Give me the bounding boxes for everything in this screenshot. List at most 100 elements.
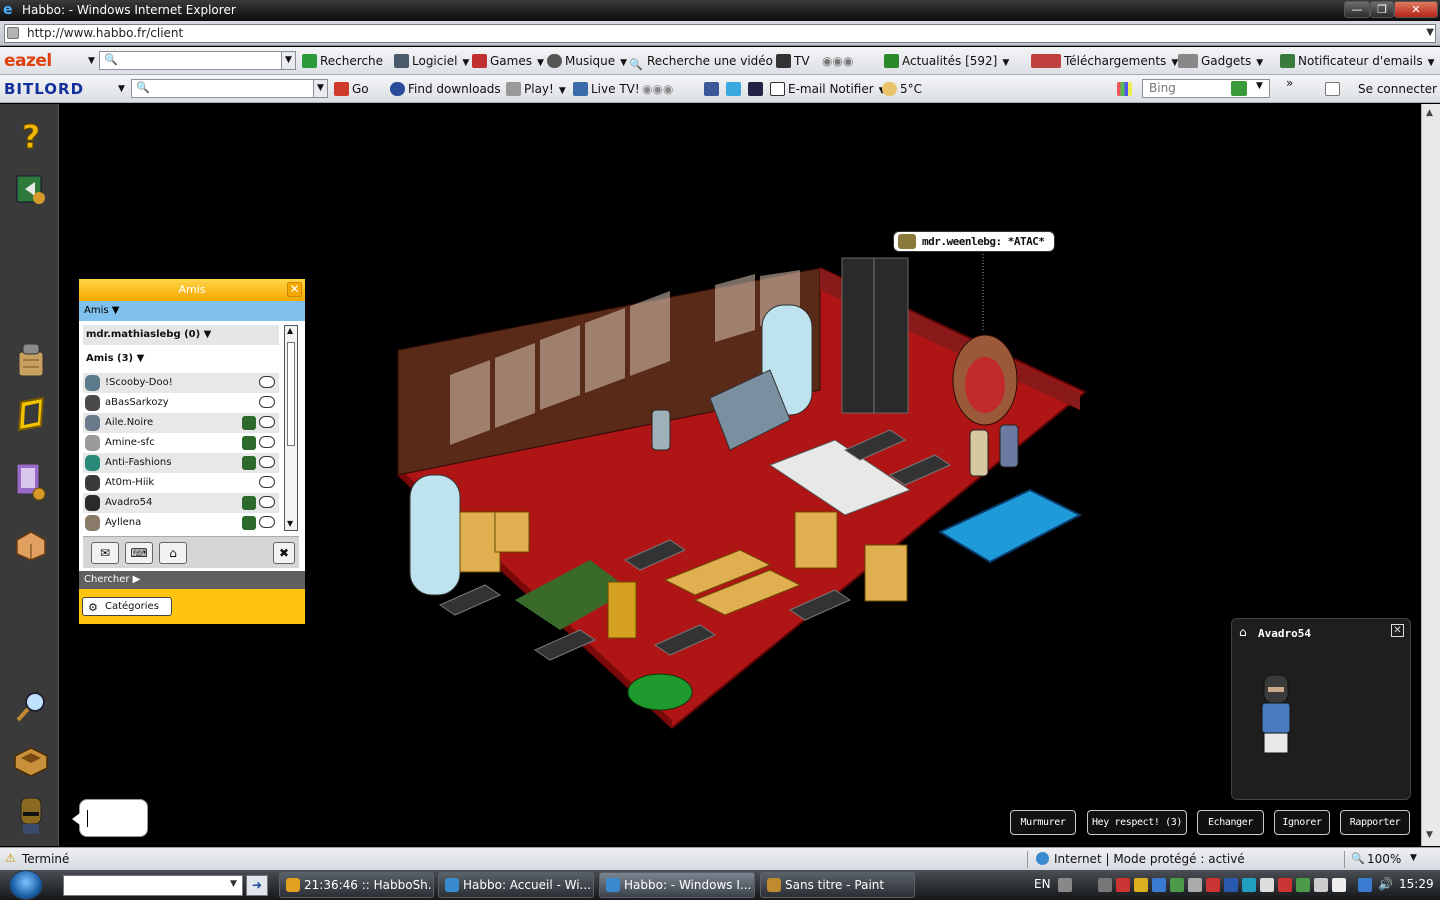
trade-button[interactable]: Echanger bbox=[1197, 810, 1264, 835]
friend-row[interactable]: Amine-sfc bbox=[83, 433, 279, 453]
tv-button[interactable]: TV bbox=[776, 53, 810, 69]
notificateur-menu[interactable]: Notificateur d'emails ▼ bbox=[1280, 53, 1435, 71]
habbo-room[interactable] bbox=[390, 250, 1090, 740]
zoom-level[interactable]: 100% bbox=[1367, 852, 1401, 866]
close-window-button[interactable]: ✕ bbox=[1394, 1, 1438, 18]
tray-icon[interactable] bbox=[1278, 878, 1292, 892]
tray-icon[interactable] bbox=[1314, 878, 1328, 892]
security-zone[interactable]: Internet | Mode protégé : activé bbox=[1054, 852, 1245, 866]
tray-icon[interactable] bbox=[1260, 878, 1274, 892]
respect-button[interactable]: Hey respect! (3) bbox=[1087, 810, 1187, 835]
friend-row[interactable]: Ayllena bbox=[83, 513, 279, 533]
help-icon[interactable]: ? bbox=[13, 118, 49, 157]
friend-row[interactable]: At0m-Hiik bbox=[83, 473, 279, 493]
tray-icon[interactable] bbox=[1188, 878, 1202, 892]
chevron-down-icon[interactable]: ▼ bbox=[88, 53, 95, 69]
chat-bubble-icon[interactable] bbox=[259, 516, 275, 528]
follow-friend-icon[interactable] bbox=[242, 456, 256, 470]
chevron-down-icon[interactable]: ▼ bbox=[118, 81, 125, 97]
inventory-icon[interactable] bbox=[13, 460, 49, 501]
se-connecter-button[interactable]: Se connecter bbox=[1358, 81, 1437, 97]
tray-icon[interactable] bbox=[1098, 878, 1112, 892]
exit-room-icon[interactable] bbox=[13, 170, 49, 206]
live-tv-button[interactable]: Live TV! bbox=[573, 81, 640, 97]
start-button[interactable] bbox=[9, 870, 43, 900]
chevron-down-icon[interactable]: ▼ bbox=[1256, 81, 1263, 91]
chat-bubble-icon[interactable] bbox=[259, 436, 275, 448]
home-icon[interactable]: ⌂ bbox=[159, 542, 187, 564]
go-arrow-icon[interactable]: ➜ bbox=[246, 875, 268, 896]
chat-bubble-icon[interactable] bbox=[259, 476, 275, 488]
avatar-head-icon[interactable] bbox=[13, 796, 49, 834]
taskbar-button[interactable]: Habbo: Accueil - Wi... bbox=[438, 872, 594, 898]
eazel-logo[interactable]: eazel bbox=[4, 51, 52, 71]
recherche-video-button[interactable]: 🔍 Recherche une vidéo bbox=[629, 53, 773, 71]
close-icon[interactable]: ✕ bbox=[1391, 624, 1404, 637]
whisper-button[interactable]: Murmurer bbox=[1010, 810, 1076, 835]
home-icon[interactable]: ⌂ bbox=[1239, 625, 1247, 639]
invite-icon[interactable]: ⌨ bbox=[125, 542, 153, 564]
friends-scrollbar[interactable]: ▲ ▼ bbox=[284, 325, 298, 531]
tray-icon[interactable] bbox=[1242, 878, 1256, 892]
media-controls[interactable]: ◉◉◉ bbox=[642, 81, 673, 97]
trophy[interactable] bbox=[607, 581, 637, 639]
bitlord-search-input[interactable]: 🔍 ▼ bbox=[131, 79, 328, 98]
page-scrollbar[interactable]: ▲ ▼ bbox=[1421, 104, 1440, 846]
scroll-down-icon[interactable]: ▼ bbox=[1426, 830, 1433, 840]
report-button[interactable]: Rapporter bbox=[1340, 810, 1410, 835]
follow-friend-icon[interactable] bbox=[242, 496, 256, 510]
close-icon[interactable]: ✕ bbox=[287, 282, 302, 297]
chat-bubble-icon[interactable] bbox=[259, 396, 275, 408]
taskbar-search-input[interactable]: ▼ bbox=[63, 875, 243, 896]
facebook-button[interactable] bbox=[704, 81, 722, 97]
twitter-button[interactable] bbox=[726, 81, 744, 97]
gadgets-menu[interactable]: Gadgets ▼ bbox=[1178, 53, 1263, 71]
friends-tab[interactable]: Amis ▼ bbox=[79, 301, 305, 321]
chevron-down-icon[interactable]: ▼ bbox=[1410, 853, 1417, 863]
tray-icon[interactable] bbox=[1152, 878, 1166, 892]
go-button[interactable]: Go bbox=[334, 81, 369, 97]
play-menu[interactable]: Play! ▼ bbox=[506, 81, 566, 99]
green-pillow[interactable] bbox=[627, 673, 693, 711]
magnifier-icon[interactable] bbox=[13, 688, 49, 724]
follow-friend-icon[interactable] bbox=[242, 516, 256, 530]
bitlord-logo[interactable]: BITLORD bbox=[4, 80, 84, 98]
tray-icon[interactable] bbox=[1332, 878, 1346, 892]
chevron-down-icon[interactable]: ▼ bbox=[230, 879, 237, 889]
send-message-icon[interactable]: ✉ bbox=[91, 542, 119, 564]
tray-icon[interactable] bbox=[1224, 878, 1238, 892]
friend-row[interactable]: aBasSarkozy bbox=[83, 393, 279, 413]
tray-icon[interactable] bbox=[1296, 878, 1310, 892]
recherche-button[interactable]: Recherche bbox=[302, 53, 383, 69]
tray-icon[interactable] bbox=[1206, 878, 1220, 892]
teleport-tank-1[interactable] bbox=[409, 474, 461, 596]
logiciel-menu[interactable]: Logiciel ▼ bbox=[394, 53, 469, 71]
keyboard-icon[interactable] bbox=[1058, 878, 1072, 892]
categories-button[interactable]: ⚙ Catégories bbox=[82, 597, 172, 616]
chevron-down-icon[interactable]: ▼ bbox=[1426, 27, 1434, 38]
telechargements-menu[interactable]: Téléchargements ▼ bbox=[1031, 53, 1178, 71]
friends-group-header[interactable]: mdr.mathiaslebg (0) ▼ bbox=[83, 325, 279, 345]
games-menu[interactable]: Games ▼ bbox=[472, 53, 544, 71]
catalog-icon[interactable] bbox=[13, 340, 49, 377]
friends-search-toggle[interactable]: Chercher ▶ bbox=[79, 571, 305, 589]
minimize-button[interactable]: — bbox=[1344, 1, 1370, 18]
shop-box-icon[interactable] bbox=[13, 526, 49, 562]
chat-bubble-icon[interactable] bbox=[259, 416, 275, 428]
search-icon[interactable] bbox=[1231, 81, 1247, 96]
find-downloads-menu[interactable]: Find downloads▼ bbox=[390, 81, 513, 99]
taskbar-button[interactable]: Sans titre - Paint bbox=[760, 872, 915, 898]
email-notifier-menu[interactable]: E-mail Notifier▼ bbox=[770, 81, 886, 99]
eazel-search-input[interactable]: 🔍 ▼ bbox=[99, 51, 296, 70]
overflow-chevron-icon[interactable]: » bbox=[1286, 75, 1293, 91]
weather-widget[interactable]: 5°C bbox=[882, 81, 922, 97]
chevron-down-icon[interactable]: ▼ bbox=[281, 52, 295, 69]
friend-row[interactable]: Avadro54 bbox=[83, 493, 279, 513]
chat-bubble[interactable]: mdr.weenlebg: *ATAC* bbox=[893, 231, 1056, 252]
restore-button[interactable]: ❐ bbox=[1370, 1, 1394, 18]
friend-row[interactable]: !Scooby-Doo! bbox=[83, 373, 279, 393]
follow-friend-icon[interactable] bbox=[242, 416, 256, 430]
bing-search-input[interactable]: Bing ▼ bbox=[1142, 79, 1270, 98]
follow-friend-icon[interactable] bbox=[242, 436, 256, 450]
chevron-down-icon[interactable]: ▼ bbox=[313, 80, 327, 97]
